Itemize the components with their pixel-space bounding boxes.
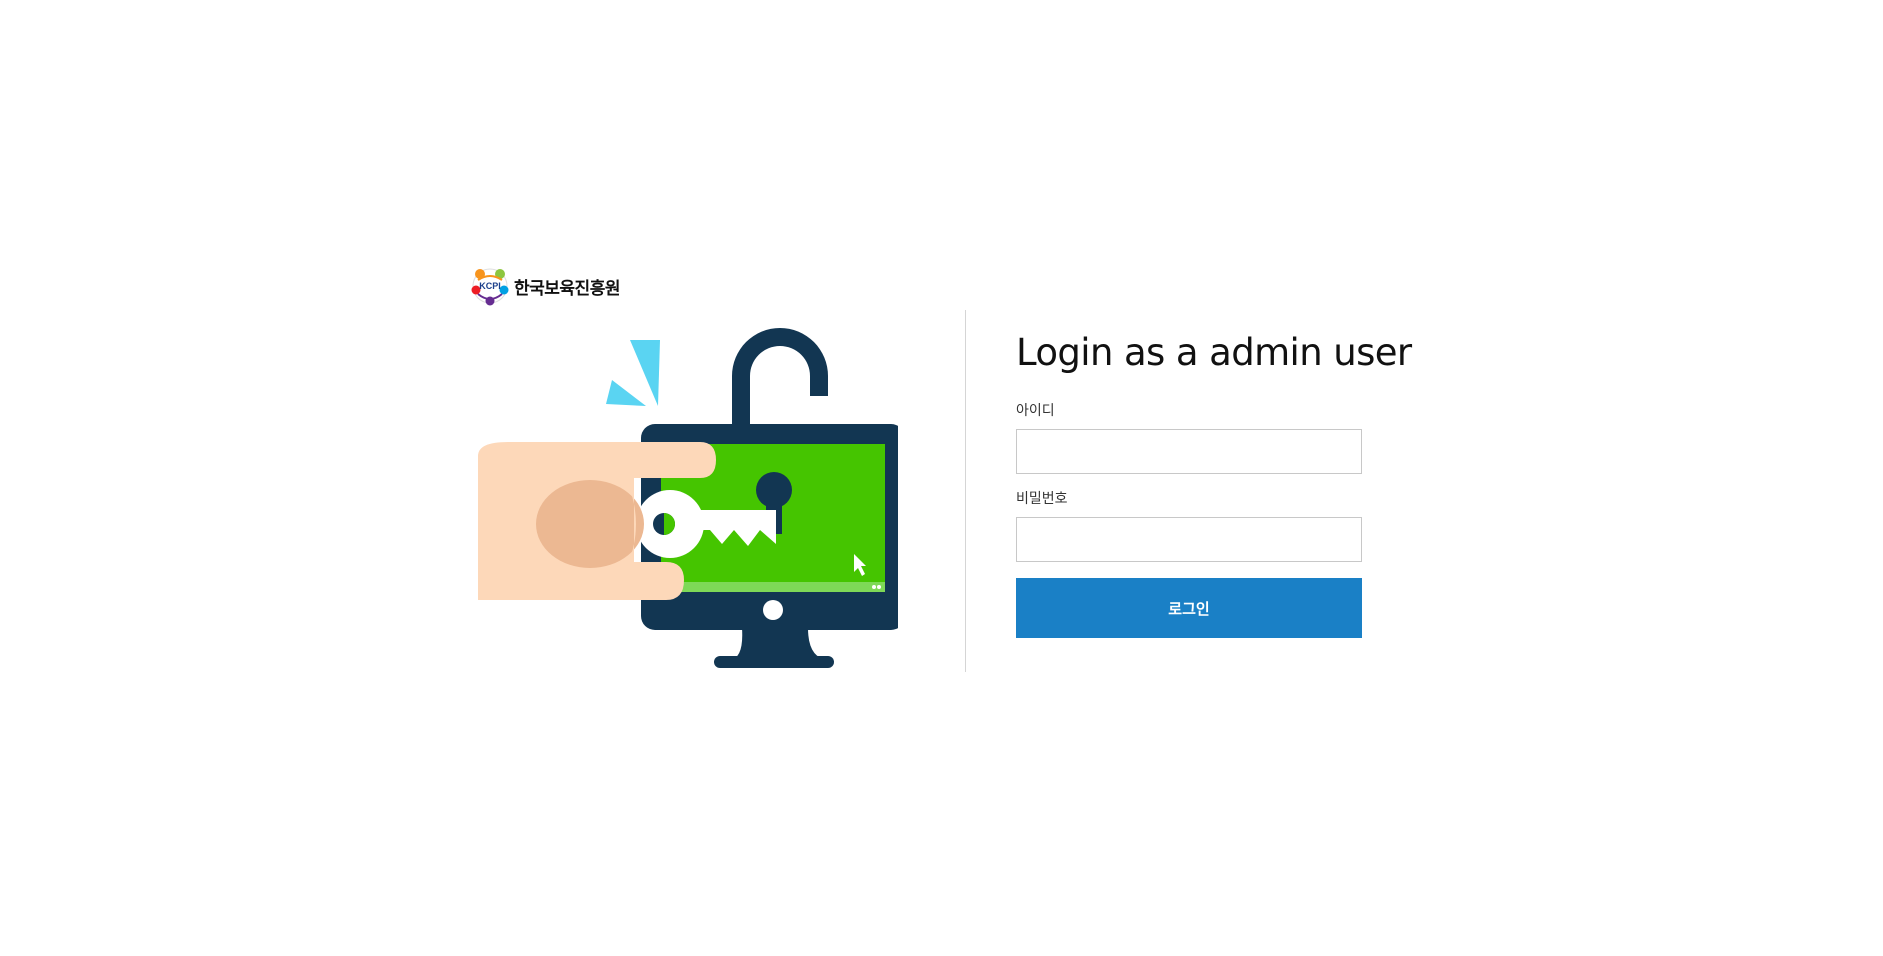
username-input[interactable] [1016,429,1362,474]
sparkle-triangle-icon [606,380,646,406]
password-input[interactable] [1016,517,1362,562]
password-label: 비밀번호 [1016,491,1068,507]
brand-logo: KCPI 한국보육진흥원 [470,266,620,306]
power-button-icon [763,600,783,620]
thumb [536,480,644,568]
kcpi-logo-icon: KCPI [471,268,509,306]
sparkle-triangle-icon [630,340,660,406]
logo-text: 한국보육진흥원 [514,278,620,299]
login-title: Login as a admin user [1016,331,1412,374]
unlocked-monitor-key-icon [478,328,898,668]
admin-login-page: KCPI 한국보육진흥원 Login as a admin user 아이디 비… [0,0,1883,956]
padlock-shackle-icon [732,328,828,438]
login-button[interactable]: 로그인 [1016,578,1362,638]
logo-mark-text: KCPI [479,281,501,291]
username-label: 아이디 [1016,403,1055,419]
vertical-divider [965,310,966,672]
login-form: Login as a admin user 아이디 비밀번호 로그인 [1016,326,1412,638]
screen-status-strip [661,582,885,592]
